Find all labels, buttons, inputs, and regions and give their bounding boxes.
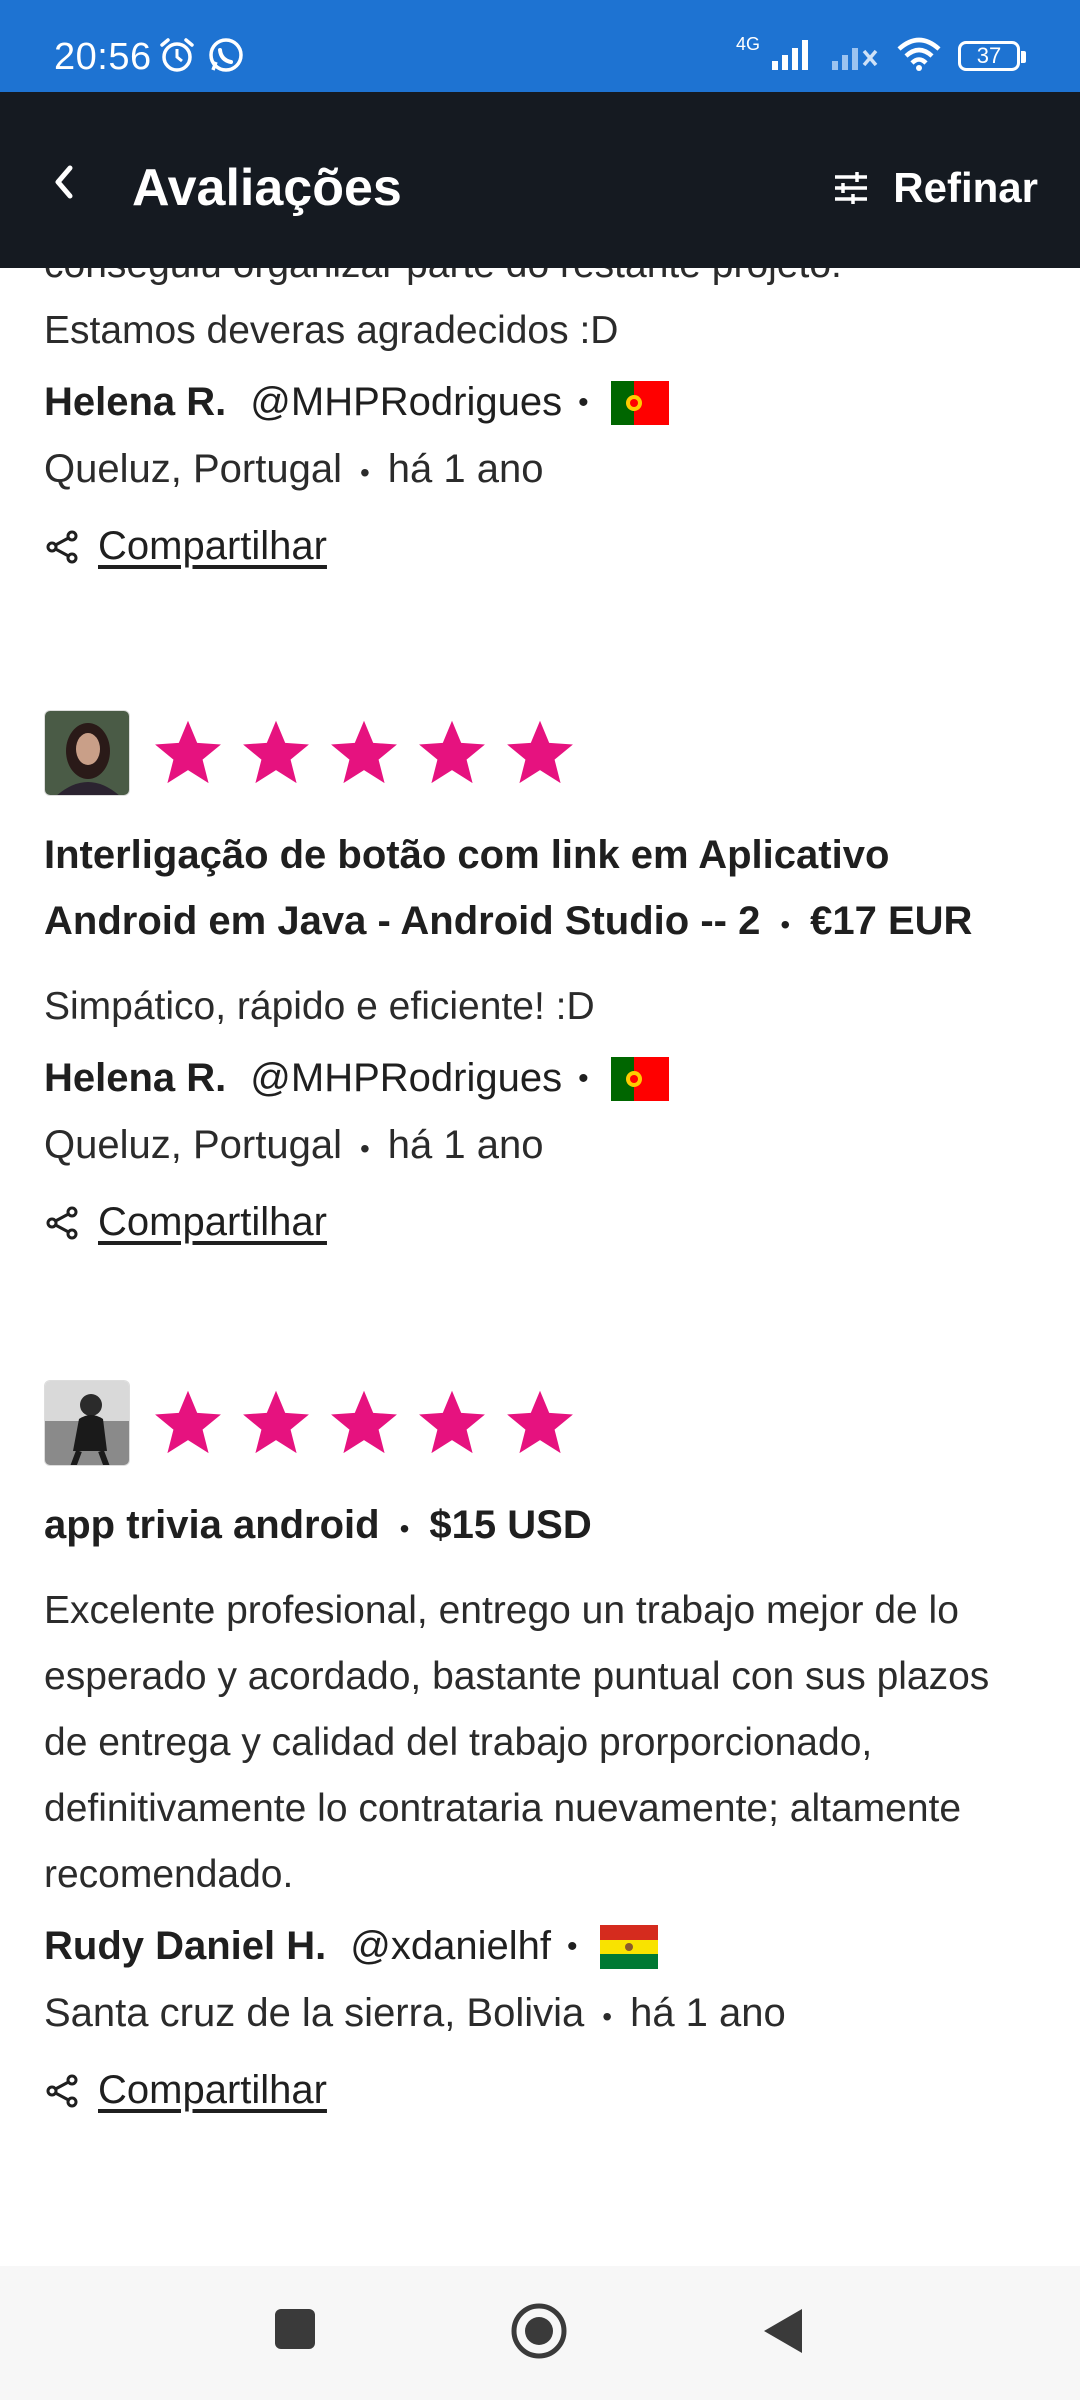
separator-dot: •	[359, 457, 370, 488]
star-icon	[243, 1390, 309, 1454]
review-time: há 1 ano	[387, 447, 544, 491]
separator-dot: •	[578, 1061, 589, 1095]
status-time: 20:56	[54, 36, 152, 78]
avatar[interactable]	[44, 710, 130, 796]
reviewer-location: Santa cruz de la sierra, Bolivia	[44, 1991, 585, 2035]
back-triangle-icon[interactable]	[760, 2306, 806, 2356]
share-icon	[46, 1206, 78, 1239]
reviews-list: conseguiu organizar parte do restante pr…	[0, 268, 1080, 2266]
review-meta: Santa cruz de la sierra, Bolivia • há 1 an…	[44, 1991, 1036, 2036]
job-title[interactable]: app trivia android • $15 USD	[44, 1492, 1036, 1562]
share-link[interactable]: Compartilhar	[44, 1200, 1036, 1245]
separator-dot: •	[567, 1929, 578, 1963]
separator-dot: •	[399, 1513, 410, 1544]
reviewer-line: Rudy Daniel H. @xdanielhf •	[44, 1924, 1036, 1969]
recents-square-icon[interactable]	[272, 2306, 318, 2352]
reviewer-handle[interactable]: @MHPRodrigues	[250, 380, 562, 425]
star-icon	[507, 720, 573, 784]
separator-dot: •	[780, 909, 791, 940]
star-icon	[331, 720, 397, 784]
job-title-text: app trivia android	[44, 1503, 380, 1547]
portugal-flag-icon	[610, 1056, 669, 1101]
system-nav-bar	[0, 2266, 1080, 2400]
share-link[interactable]: Compartilhar	[44, 524, 1036, 569]
refine-label: Refinar	[893, 164, 1038, 211]
filter-sliders-icon	[835, 172, 868, 204]
star-icon	[155, 1390, 221, 1454]
reviewer-handle[interactable]: @xdanielhf	[350, 1924, 551, 1969]
avatar-photo	[45, 1381, 129, 1465]
home-circle-icon[interactable]	[510, 2302, 568, 2360]
status-bar: 20:56 4G 37	[0, 0, 1080, 92]
share-icon	[46, 2074, 78, 2107]
share-label: Compartilhar	[98, 1200, 327, 1244]
reviewer-location: Queluz, Portugal	[44, 447, 342, 491]
review-meta: Queluz, Portugal • há 1 ano	[44, 1123, 1036, 1168]
alarm-icon	[158, 36, 196, 79]
reviewer-line: Helena R. @MHPRodrigues •	[44, 1056, 1036, 1101]
reviewer-line: Helena R. @MHPRodrigues •	[44, 380, 1036, 425]
star-icon	[419, 720, 485, 784]
star-rating	[150, 715, 578, 791]
share-label: Compartilhar	[98, 2068, 327, 2112]
review-card: conseguiu organizar parte do restante pr…	[44, 268, 1036, 569]
review-text: Estamos deveras agradecidos :D	[44, 309, 619, 352]
separator-dot: •	[359, 1133, 370, 1164]
avatar-photo	[45, 711, 129, 795]
wifi-icon	[896, 37, 942, 76]
review-time: há 1 ano	[630, 1991, 786, 2035]
review-text: Simpático, rápido e eficiente! :D	[44, 985, 595, 1028]
share-icon	[46, 530, 78, 563]
star-rating	[150, 1385, 578, 1461]
reviewer-name[interactable]: Helena R.	[44, 1056, 226, 1101]
separator-dot: •	[602, 2001, 613, 2032]
refine-button[interactable]: Refinar	[831, 164, 1038, 212]
share-label: Compartilhar	[98, 524, 327, 568]
chevron-left-icon	[55, 165, 73, 199]
reviewer-handle[interactable]: @MHPRodrigues	[250, 1056, 562, 1101]
network-type-label: 4G	[735, 33, 760, 54]
star-icon	[507, 1390, 573, 1454]
reviewer-name[interactable]: Rudy Daniel H.	[44, 1924, 326, 1969]
share-link[interactable]: Compartilhar	[44, 2068, 1036, 2113]
review-time: há 1 ano	[387, 1123, 544, 1167]
review-text-partial: conseguiu organizar parte do restante pr…	[44, 268, 1036, 298]
job-title[interactable]: Interligação de botão com link em Aplica…	[44, 822, 1036, 958]
battery-icon: 37	[958, 41, 1026, 71]
whatsapp-icon	[207, 36, 245, 79]
review-card: Interligação de botão com link em Aplica…	[44, 710, 1036, 1245]
separator-dot: •	[578, 385, 589, 419]
star-icon	[155, 720, 221, 784]
avatar[interactable]	[44, 1380, 130, 1466]
star-icon	[419, 1390, 485, 1454]
rating-row	[44, 710, 1036, 796]
review-card: app trivia android • $15 USD Excelente pro…	[44, 1380, 1036, 2113]
job-price: $15 USD	[429, 1503, 592, 1547]
bolivia-flag-icon	[599, 1924, 658, 1969]
reviewer-name[interactable]: Helena R.	[44, 380, 226, 425]
rating-row	[44, 1380, 1036, 1466]
star-icon	[331, 1390, 397, 1454]
job-price: €17 EUR	[810, 899, 973, 943]
review-text: Excelente profesional, entrego un trabaj…	[44, 1589, 990, 1896]
page-title: Avaliações	[132, 159, 402, 217]
portugal-flag-icon	[610, 380, 669, 425]
back-button[interactable]	[40, 152, 90, 212]
review-meta: Queluz, Portugal • há 1 ano	[44, 447, 1036, 492]
reviewer-location: Queluz, Portugal	[44, 1123, 342, 1167]
job-title-text: Interligação de botão com link em Aplica…	[44, 833, 890, 943]
signal-no-service-icon	[830, 37, 880, 76]
app-header: Avaliações Refinar	[0, 92, 1080, 268]
star-icon	[243, 720, 309, 784]
signal-icon	[770, 37, 814, 76]
